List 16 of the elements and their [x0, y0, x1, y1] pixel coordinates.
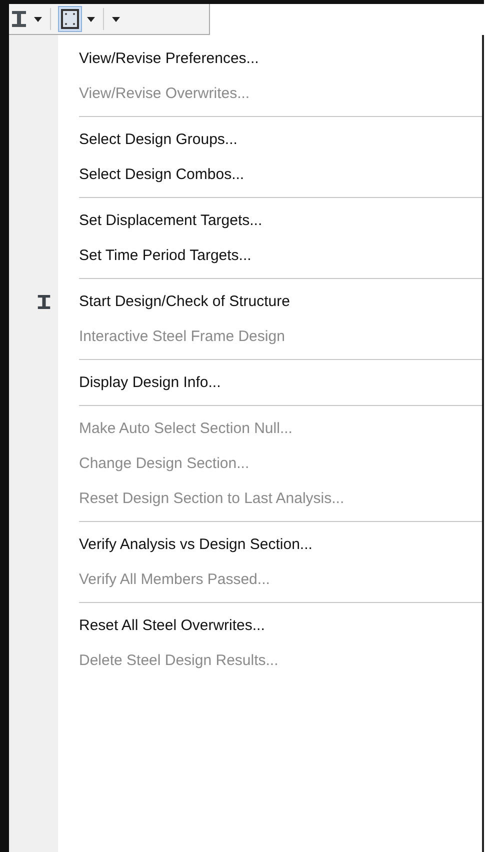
menu-item[interactable]: Start Design/Check of Structure [9, 284, 482, 319]
i-beam-icon [11, 10, 27, 28]
caret-icon [34, 16, 42, 22]
menu-item[interactable]: Set Time Period Targets... [9, 238, 482, 273]
menu-item[interactable]: Reset All Steel Overwrites... [9, 608, 482, 643]
menu-item[interactable]: Select Design Groups... [9, 122, 482, 157]
menu-item[interactable]: View/Revise Preferences... [9, 41, 482, 76]
menu-item[interactable]: Select Design Combos... [9, 157, 482, 192]
i-beam-icon [37, 294, 51, 310]
caret-icon [112, 16, 120, 22]
frame-tool-button[interactable] [58, 6, 82, 32]
caret-icon [87, 16, 95, 22]
frame-icon [61, 9, 79, 29]
menu-item[interactable]: Display Design Info... [9, 365, 482, 400]
menu-item[interactable]: Verify Analysis vs Design Section... [9, 527, 482, 562]
menu-item[interactable]: Set Displacement Targets... [9, 203, 482, 238]
